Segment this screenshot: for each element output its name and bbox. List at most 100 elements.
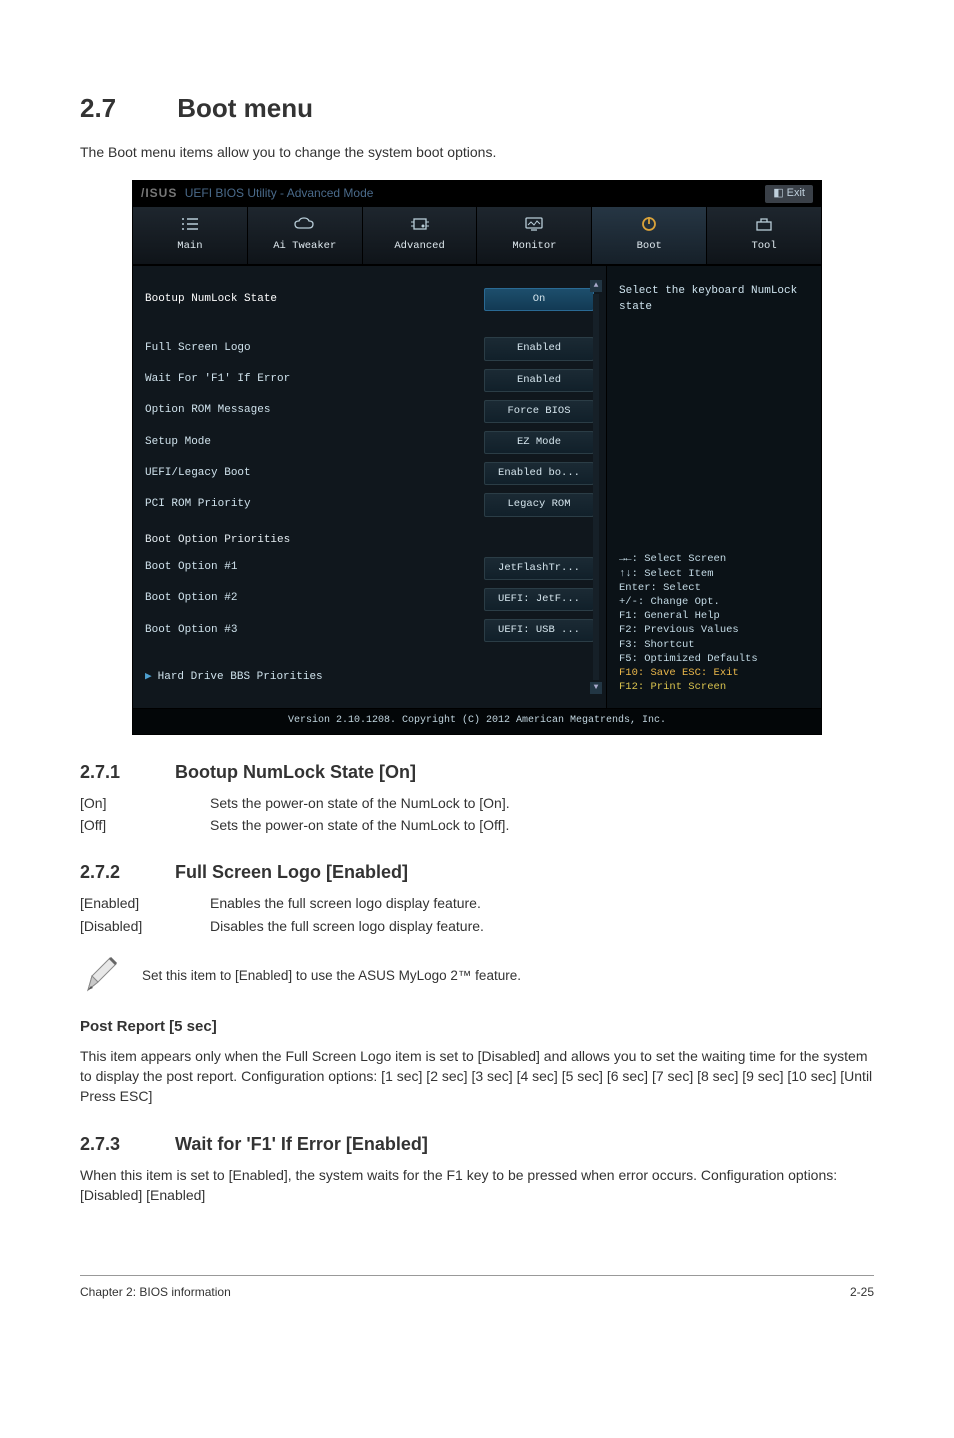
boot-option-3-label: Boot Option #3: [145, 623, 484, 639]
scrollbar[interactable]: ▲ ▼: [590, 280, 602, 694]
boot-option-3[interactable]: Boot Option #3 UEFI: USB ...: [145, 619, 594, 642]
field-setup-label: Setup Mode: [145, 435, 484, 451]
key-line: +/-: Change Opt.: [619, 595, 809, 609]
section-heading: 2.7 Boot menu: [80, 90, 874, 128]
field-logo-value[interactable]: Enabled: [484, 337, 594, 360]
tab-ai-tweaker[interactable]: Ai Tweaker: [248, 207, 362, 264]
field-oprom-label: Option ROM Messages: [145, 403, 484, 419]
footer-left: Chapter 2: BIOS information: [80, 1284, 231, 1301]
subsection-heading: 2.7.1 Bootup NumLock State [On]: [80, 759, 874, 785]
hdd-bbs-label: Hard Drive BBS Priorities: [158, 671, 323, 683]
tab-tool-label: Tool: [709, 239, 819, 254]
key-legend: →←: Select Screen ↑↓: Select Item Enter:…: [619, 552, 809, 694]
field-logo-label: Full Screen Logo: [145, 341, 484, 357]
subsection-title: Bootup NumLock State [On]: [175, 762, 416, 782]
option-row: [Enabled] Enables the full screen logo d…: [80, 893, 874, 913]
bios-title-text: UEFI BIOS Utility - Advanced Mode: [185, 186, 374, 200]
option-row: [Disabled] Disables the full screen logo…: [80, 916, 874, 936]
field-numlock-label: Bootup NumLock State: [145, 292, 484, 308]
section-title: Boot menu: [177, 93, 313, 123]
monitor-icon: [479, 213, 589, 235]
option-desc: Disables the full screen logo display fe…: [210, 916, 874, 936]
field-oprom[interactable]: Option ROM Messages Force BIOS: [145, 400, 594, 423]
boot-option-2-value[interactable]: UEFI: JetF...: [484, 588, 594, 611]
field-uefileg-value[interactable]: Enabled bo...: [484, 462, 594, 485]
option-desc: Sets the power-on state of the NumLock t…: [210, 793, 874, 813]
field-uefileg-label: UEFI/Legacy Boot: [145, 466, 484, 482]
key-line: F10: Save ESC: Exit: [619, 666, 809, 680]
section-number: 2.7: [80, 90, 170, 128]
boot-option-1-value[interactable]: JetFlashTr...: [484, 557, 594, 580]
bios-screenshot: /ISUS UEFI BIOS Utility - Advanced Mode …: [132, 180, 822, 735]
field-waitf1-value[interactable]: Enabled: [484, 369, 594, 392]
page-footer: Chapter 2: BIOS information 2-25: [80, 1284, 874, 1301]
boot-option-1-label: Boot Option #1: [145, 560, 484, 576]
tab-monitor-label: Monitor: [479, 239, 589, 254]
note-callout: Set this item to [Enabled] to use the AS…: [80, 954, 874, 998]
option-desc: Sets the power-on state of the NumLock t…: [210, 815, 874, 835]
option-desc: Enables the full screen logo display fea…: [210, 893, 874, 913]
field-pcirom-value[interactable]: Legacy ROM: [484, 493, 594, 516]
toolbox-icon: [709, 213, 819, 235]
tab-ai-label: Ai Tweaker: [250, 239, 360, 254]
chip-icon: [365, 213, 475, 235]
bios-titlebar: /ISUS UEFI BIOS Utility - Advanced Mode …: [133, 181, 821, 207]
bios-exit-button[interactable]: ◧ Exit: [765, 185, 813, 203]
key-line: Enter: Select: [619, 581, 809, 595]
option-row: [Off] Sets the power-on state of the Num…: [80, 815, 874, 835]
footer-rule: [80, 1275, 874, 1276]
option-key: [On]: [80, 793, 210, 813]
tab-advanced[interactable]: Advanced: [363, 207, 477, 264]
bios-tabs: Main Ai Tweaker Advanced Monitor: [133, 207, 821, 266]
paragraph: When this item is set to [Enabled], the …: [80, 1165, 874, 1206]
section-intro: The Boot menu items allow you to change …: [80, 142, 874, 162]
scroll-down-icon[interactable]: ▼: [590, 682, 602, 694]
field-pcirom-label: PCI ROM Priority: [145, 497, 484, 513]
subsection-heading: 2.7.2 Full Screen Logo [Enabled]: [80, 859, 874, 885]
boot-option-3-value[interactable]: UEFI: USB ...: [484, 619, 594, 642]
field-logo[interactable]: Full Screen Logo Enabled: [145, 337, 594, 360]
boot-priorities-title: Boot Option Priorities: [145, 533, 594, 549]
key-line: F5: Optimized Defaults: [619, 652, 809, 666]
field-numlock-value[interactable]: On: [484, 288, 594, 311]
tab-advanced-label: Advanced: [365, 239, 475, 254]
tab-boot[interactable]: Boot: [592, 207, 706, 264]
scroll-track[interactable]: [593, 294, 599, 680]
hdd-bbs-priorities[interactable]: ▶Hard Drive BBS Priorities: [145, 670, 594, 686]
scroll-up-icon[interactable]: ▲: [590, 280, 602, 292]
field-pcirom[interactable]: PCI ROM Priority Legacy ROM: [145, 493, 594, 516]
boot-option-2-label: Boot Option #2: [145, 591, 484, 607]
key-line: →←: Select Screen: [619, 552, 809, 566]
bios-right-pane: Select the keyboard NumLock state →←: Se…: [606, 266, 821, 708]
paragraph: This item appears only when the Full Scr…: [80, 1046, 874, 1107]
subsection-title: Full Screen Logo [Enabled]: [175, 862, 408, 882]
footer-right: 2-25: [850, 1284, 874, 1301]
tab-main-label: Main: [135, 239, 245, 254]
key-line: F1: General Help: [619, 609, 809, 623]
tab-main[interactable]: Main: [133, 207, 247, 264]
boot-option-1[interactable]: Boot Option #1 JetFlashTr...: [145, 557, 594, 580]
subsection-number: 2.7.2: [80, 859, 170, 885]
field-numlock[interactable]: Bootup NumLock State On: [145, 288, 594, 311]
bios-left-pane: Bootup NumLock State On Full Screen Logo…: [133, 266, 606, 708]
subsection-number: 2.7.3: [80, 1131, 170, 1157]
exit-label: Exit: [787, 187, 805, 199]
tab-boot-label: Boot: [594, 239, 704, 254]
field-uefileg[interactable]: UEFI/Legacy Boot Enabled bo...: [145, 462, 594, 485]
boot-option-2[interactable]: Boot Option #2 UEFI: JetF...: [145, 588, 594, 611]
exit-icon: ◧: [773, 187, 786, 199]
option-key: [Disabled]: [80, 916, 210, 936]
field-waitf1[interactable]: Wait For 'F1' If Error Enabled: [145, 369, 594, 392]
tab-monitor[interactable]: Monitor: [477, 207, 591, 264]
subsection-title: Wait for 'F1' If Error [Enabled]: [175, 1134, 428, 1154]
bios-help-text: Select the keyboard NumLock state: [619, 284, 809, 316]
bios-title-left: /ISUS UEFI BIOS Utility - Advanced Mode: [141, 185, 373, 202]
option-key: [Off]: [80, 815, 210, 835]
key-line: ↑↓: Select Item: [619, 567, 809, 581]
key-line: F3: Shortcut: [619, 638, 809, 652]
field-oprom-value[interactable]: Force BIOS: [484, 400, 594, 423]
field-setup-value[interactable]: EZ Mode: [484, 431, 594, 454]
key-line: F2: Previous Values: [619, 623, 809, 637]
tab-tool[interactable]: Tool: [707, 207, 821, 264]
field-setup[interactable]: Setup Mode EZ Mode: [145, 431, 594, 454]
